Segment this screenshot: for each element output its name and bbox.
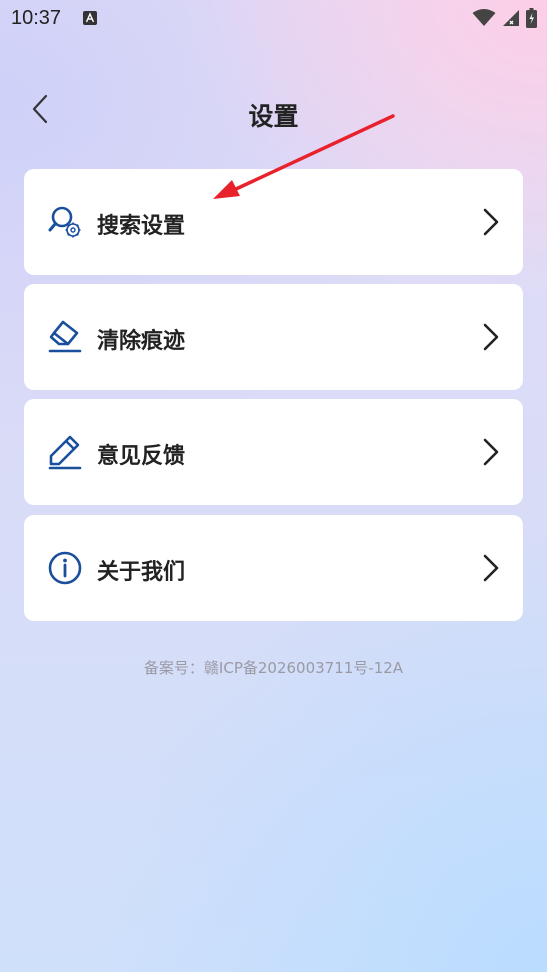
menu-item-label: 意见反馈 bbox=[97, 444, 186, 469]
search-settings-icon bbox=[48, 206, 81, 238]
chevron-right-icon bbox=[483, 438, 499, 466]
status-time: 10:37 bbox=[11, 7, 62, 29]
menu-item-feedback[interactable]: 意见反馈 bbox=[24, 399, 523, 505]
status-bar: 10:37 bbox=[0, 0, 547, 36]
menu-item-label: 搜索设置 bbox=[97, 214, 186, 239]
wifi-icon bbox=[472, 9, 496, 26]
eraser-icon bbox=[48, 320, 82, 353]
text-a-icon bbox=[83, 11, 97, 25]
battery-icon bbox=[526, 8, 537, 28]
header: 设置 bbox=[0, 78, 547, 144]
menu-item-label: 清除痕迹 bbox=[97, 329, 186, 354]
menu-item-label: 关于我们 bbox=[97, 560, 186, 585]
chevron-right-icon bbox=[483, 208, 499, 236]
chevron-right-icon bbox=[483, 554, 499, 582]
info-icon bbox=[48, 551, 82, 585]
pencil-icon bbox=[48, 435, 82, 470]
menu-item-about-us[interactable]: 关于我们 bbox=[24, 515, 523, 621]
chevron-right-icon bbox=[483, 323, 499, 351]
icp-record: 备案号：赣ICP备2026003711号-12A bbox=[143, 659, 404, 677]
page-title: 设置 bbox=[248, 102, 299, 131]
menu-item-search-settings[interactable]: 搜索设置 bbox=[24, 169, 523, 275]
status-icons bbox=[472, 8, 537, 28]
signal-icon bbox=[503, 10, 519, 26]
menu-item-clear-traces[interactable]: 清除痕迹 bbox=[24, 284, 523, 390]
